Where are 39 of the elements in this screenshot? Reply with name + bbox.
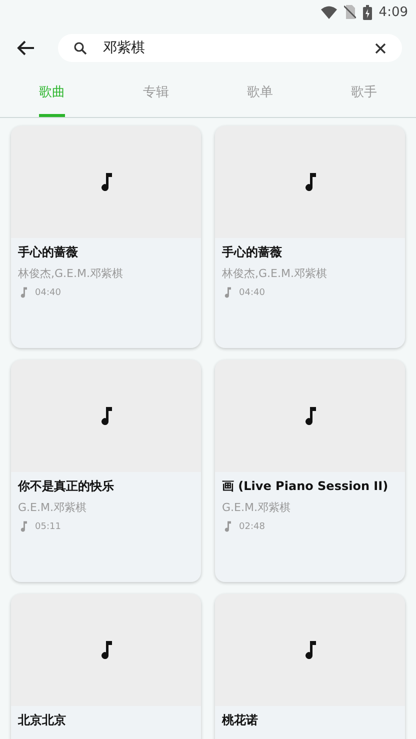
song-artist: G.E.M.邓紫棋 (18, 500, 88, 515)
song-duration: 04:40 (239, 288, 265, 298)
song-card[interactable]: 手心的蔷薇 林俊杰,G.E.M.邓紫棋 04:40 (215, 126, 405, 348)
no-sim-icon (344, 5, 356, 19)
status-time: 4:09 (378, 4, 408, 20)
music-note-icon (100, 407, 112, 425)
music-note-icon (100, 173, 112, 191)
song-card[interactable]: 画 (Live Piano Session II) G.E.M.邓紫棋 02:48 (215, 360, 405, 582)
song-artist: G.E.M.邓紫棋 (222, 500, 292, 515)
music-note-icon (304, 407, 316, 425)
song-card[interactable]: 北京北京 (11, 594, 201, 739)
clear-icon[interactable] (375, 42, 386, 54)
song-duration: 02:48 (239, 522, 265, 532)
music-note-icon (224, 521, 231, 532)
song-duration: 05:11 (35, 522, 61, 532)
song-card[interactable]: 手心的蔷薇 林俊杰,G.E.M.邓紫棋 04:40 (11, 126, 201, 348)
music-note-icon (100, 641, 112, 659)
music-note-icon (304, 641, 316, 659)
music-note-icon (20, 521, 27, 532)
back-arrow-icon[interactable] (17, 40, 35, 56)
music-note-icon (20, 287, 27, 298)
song-title: 手心的蔷薇 (18, 244, 79, 260)
song-title: 画 (Live Piano Session II) (222, 478, 390, 494)
song-artist: 林俊杰,G.E.M.邓紫棋 (18, 266, 124, 281)
wifi-icon (320, 6, 337, 18)
song-card[interactable]: 桃花诺 (215, 594, 405, 739)
song-title: 手心的蔷薇 (222, 244, 283, 260)
song-title: 你不是真正的快乐 (18, 478, 115, 494)
song-duration: 04:40 (35, 288, 61, 298)
song-title: 北京北京 (18, 712, 67, 728)
music-note-icon (224, 287, 231, 298)
search-field[interactable]: 邓紫棋 (58, 34, 402, 62)
battery-icon (362, 4, 372, 20)
music-note-icon (304, 173, 316, 191)
search-query: 邓紫棋 (103, 39, 146, 57)
song-artist: 林俊杰,G.E.M.邓紫棋 (222, 266, 328, 281)
search-icon (74, 42, 87, 54)
song-title: 桃花诺 (222, 712, 259, 728)
song-card[interactable]: 你不是真正的快乐 G.E.M.邓紫棋 05:11 (11, 360, 201, 582)
